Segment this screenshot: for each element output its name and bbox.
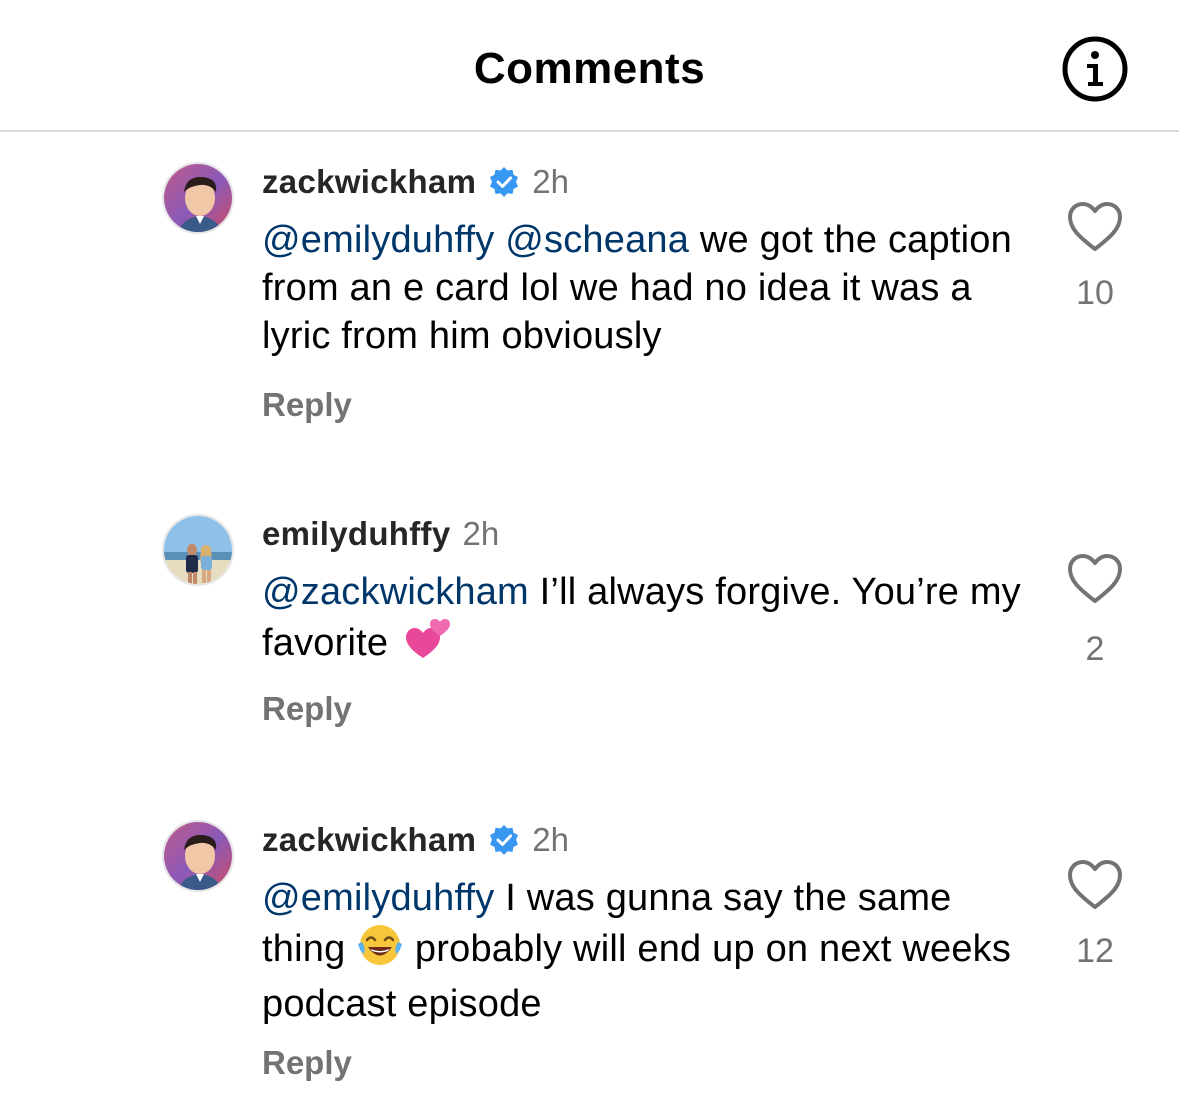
comment-item: zackwickham 2h @emilyduhffy I was gunna … — [0, 818, 1179, 1108]
mention-link[interactable]: @zackwickham — [262, 571, 529, 613]
page-title: Comments — [473, 44, 706, 93]
like-count: 10 — [1076, 274, 1114, 312]
comment-item: emilyduhffy 2h @zackwickham I’ll always … — [0, 512, 1179, 752]
heart-icon[interactable] — [1066, 858, 1124, 912]
comment-time: 2h — [462, 515, 500, 552]
comment-text: @emilyduhffy @scheana we got the caption… — [262, 216, 1022, 360]
comment-time: 2h — [532, 163, 569, 200]
tears-of-joy-emoji — [356, 922, 404, 980]
comment-meta: zackwickham 2h — [262, 818, 569, 862]
comment-item: zackwickham 2h @emilyduhffy @scheana we … — [0, 160, 1179, 440]
comment-time: 2h — [532, 821, 569, 858]
avatar[interactable] — [162, 514, 234, 586]
like-count: 2 — [1085, 630, 1105, 668]
like-count: 12 — [1076, 932, 1114, 970]
username[interactable]: zackwickham — [262, 821, 476, 859]
heart-icon[interactable] — [1066, 552, 1124, 606]
mention-link[interactable]: @scheana — [505, 219, 689, 261]
info-icon[interactable] — [1061, 35, 1129, 103]
reply-button[interactable]: Reply — [262, 690, 352, 728]
heart-icon[interactable] — [1066, 200, 1124, 254]
comment-text: @emilyduhffy I was gunna say the same th… — [262, 874, 1022, 1028]
two-hearts-emoji — [405, 616, 451, 674]
comment-meta: emilyduhffy 2h — [262, 512, 499, 556]
reply-button[interactable]: Reply — [262, 1044, 352, 1082]
verified-badge-icon — [488, 166, 520, 198]
username[interactable]: zackwickham — [262, 163, 476, 201]
mention-link[interactable]: @emilyduhffy — [262, 219, 494, 261]
avatar[interactable] — [162, 820, 234, 892]
comment-text: @zackwickham I’ll always forgive. You’re… — [262, 568, 1022, 674]
avatar[interactable] — [162, 162, 234, 234]
comments-header: Comments — [0, 0, 1179, 132]
mention-link[interactable]: @emilyduhffy — [262, 877, 494, 919]
verified-badge-icon — [488, 824, 520, 856]
comment-meta: zackwickham 2h — [262, 160, 569, 204]
reply-button[interactable]: Reply — [262, 386, 352, 424]
username[interactable]: emilyduhffy — [262, 515, 451, 553]
